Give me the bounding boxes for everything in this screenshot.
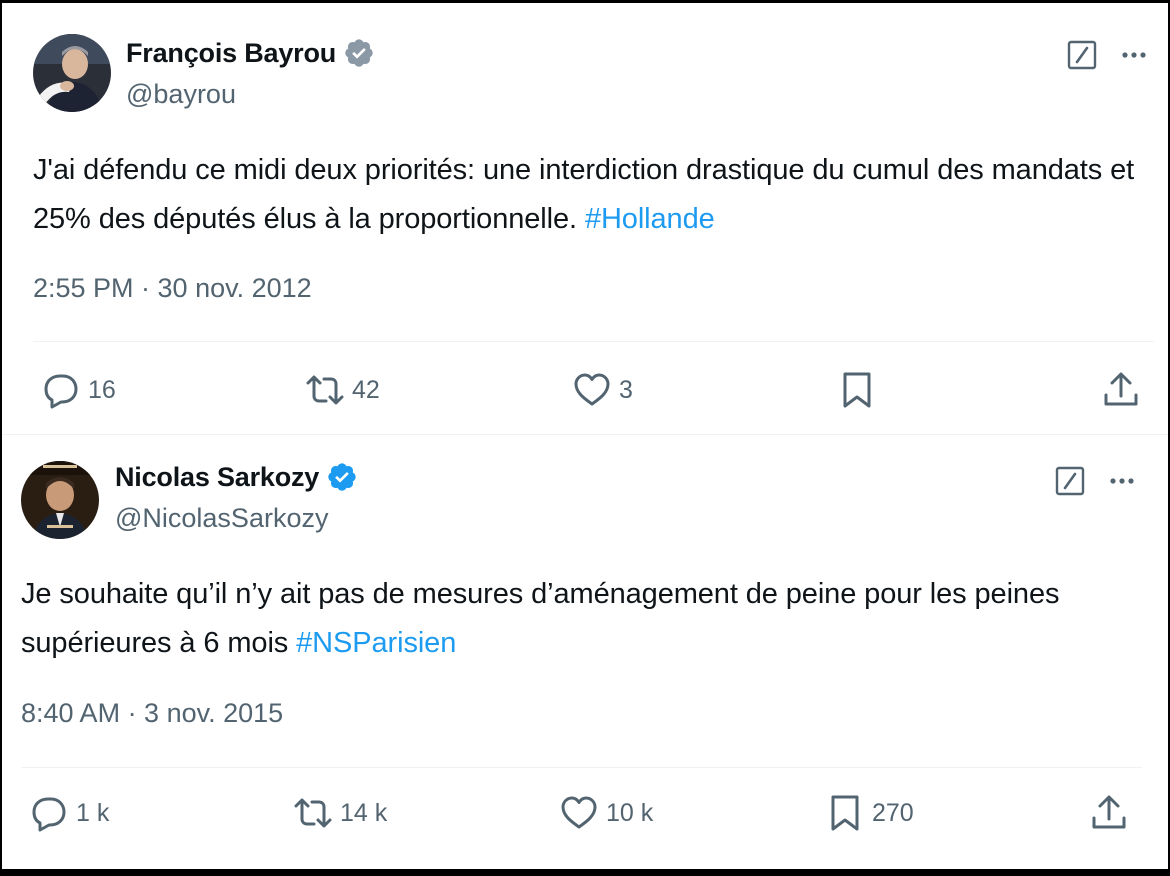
like-button[interactable]: 3 <box>571 369 633 411</box>
verified-badge-icon <box>328 463 356 491</box>
reply-count: 16 <box>88 375 116 404</box>
tweet-text-body: J'ai défendu ce midi deux priorités: une… <box>33 154 1135 235</box>
share-button[interactable] <box>1100 369 1142 411</box>
avatar-photo-bayrou-icon <box>33 34 111 112</box>
share-icon <box>1092 795 1126 829</box>
timestamp[interactable]: 8:40 AM · 3 nov. 2015 <box>21 698 283 729</box>
hashtag-link[interactable]: #NSParisien <box>296 627 456 659</box>
tweet-sarkozy[interactable]: Nicolas Sarkozy @NicolasSarkozy Je souha… <box>2 435 1168 869</box>
reply-button[interactable]: 1 k <box>28 792 109 834</box>
author-handle[interactable]: @NicolasSarkozy <box>115 503 328 534</box>
timestamp[interactable]: 2:55 PM · 30 nov. 2012 <box>33 273 312 304</box>
tweet-text: Je souhaite qu’il n’y ait pas de mesures… <box>21 570 1141 668</box>
grok-icon[interactable] <box>1066 39 1098 71</box>
author-row: François Bayrou <box>126 37 375 69</box>
hashtag-link[interactable]: #Hollande <box>585 203 715 235</box>
share-button[interactable] <box>1088 792 1130 834</box>
bookmark-icon <box>843 372 871 408</box>
avatar-photo-sarkozy-icon <box>21 461 99 539</box>
avatar[interactable] <box>21 461 99 539</box>
tweet-text: J'ai défendu ce midi deux priorités: une… <box>33 146 1153 244</box>
more-icon[interactable] <box>1106 465 1138 497</box>
repost-count: 14 k <box>340 798 388 827</box>
screenshot-frame: François Bayrou @bayrou J'ai défendu ce … <box>2 3 1168 869</box>
reply-icon <box>44 374 78 409</box>
like-button[interactable]: 10 k <box>558 792 653 834</box>
tweet-top-actions <box>1054 465 1138 497</box>
repost-icon <box>306 375 344 405</box>
verified-badge-icon <box>345 39 373 67</box>
repost-icon <box>294 798 332 828</box>
author-name[interactable]: François Bayrou <box>126 38 336 69</box>
bookmark-button[interactable]: 270 <box>824 792 914 834</box>
author-row: Nicolas Sarkozy <box>115 461 358 493</box>
author-handle[interactable]: @bayrou <box>126 79 236 110</box>
repost-button[interactable]: 14 k <box>292 792 387 834</box>
bookmark-count: 270 <box>872 798 914 827</box>
more-icon[interactable] <box>1118 39 1150 71</box>
reply-icon <box>32 797 66 832</box>
like-count: 10 k <box>606 798 654 827</box>
like-icon <box>561 796 597 829</box>
divider <box>33 341 1154 342</box>
like-icon <box>574 373 610 406</box>
like-count: 3 <box>619 375 633 404</box>
author-name[interactable]: Nicolas Sarkozy <box>115 462 319 493</box>
bookmark-button[interactable] <box>836 369 884 411</box>
divider <box>21 767 1142 768</box>
repost-count: 42 <box>352 375 380 404</box>
tweet-top-actions <box>1066 39 1150 71</box>
reply-count: 1 k <box>76 798 110 827</box>
repost-button[interactable]: 42 <box>304 369 380 411</box>
tweet-text-body: Je souhaite qu’il n’y ait pas de mesures… <box>21 578 1060 659</box>
grok-icon[interactable] <box>1054 465 1086 497</box>
reply-button[interactable]: 16 <box>40 369 116 411</box>
tweet-bayrou[interactable]: François Bayrou @bayrou J'ai défendu ce … <box>2 3 1168 435</box>
avatar[interactable] <box>33 34 111 112</box>
share-icon <box>1104 372 1138 406</box>
bookmark-icon <box>831 795 859 831</box>
